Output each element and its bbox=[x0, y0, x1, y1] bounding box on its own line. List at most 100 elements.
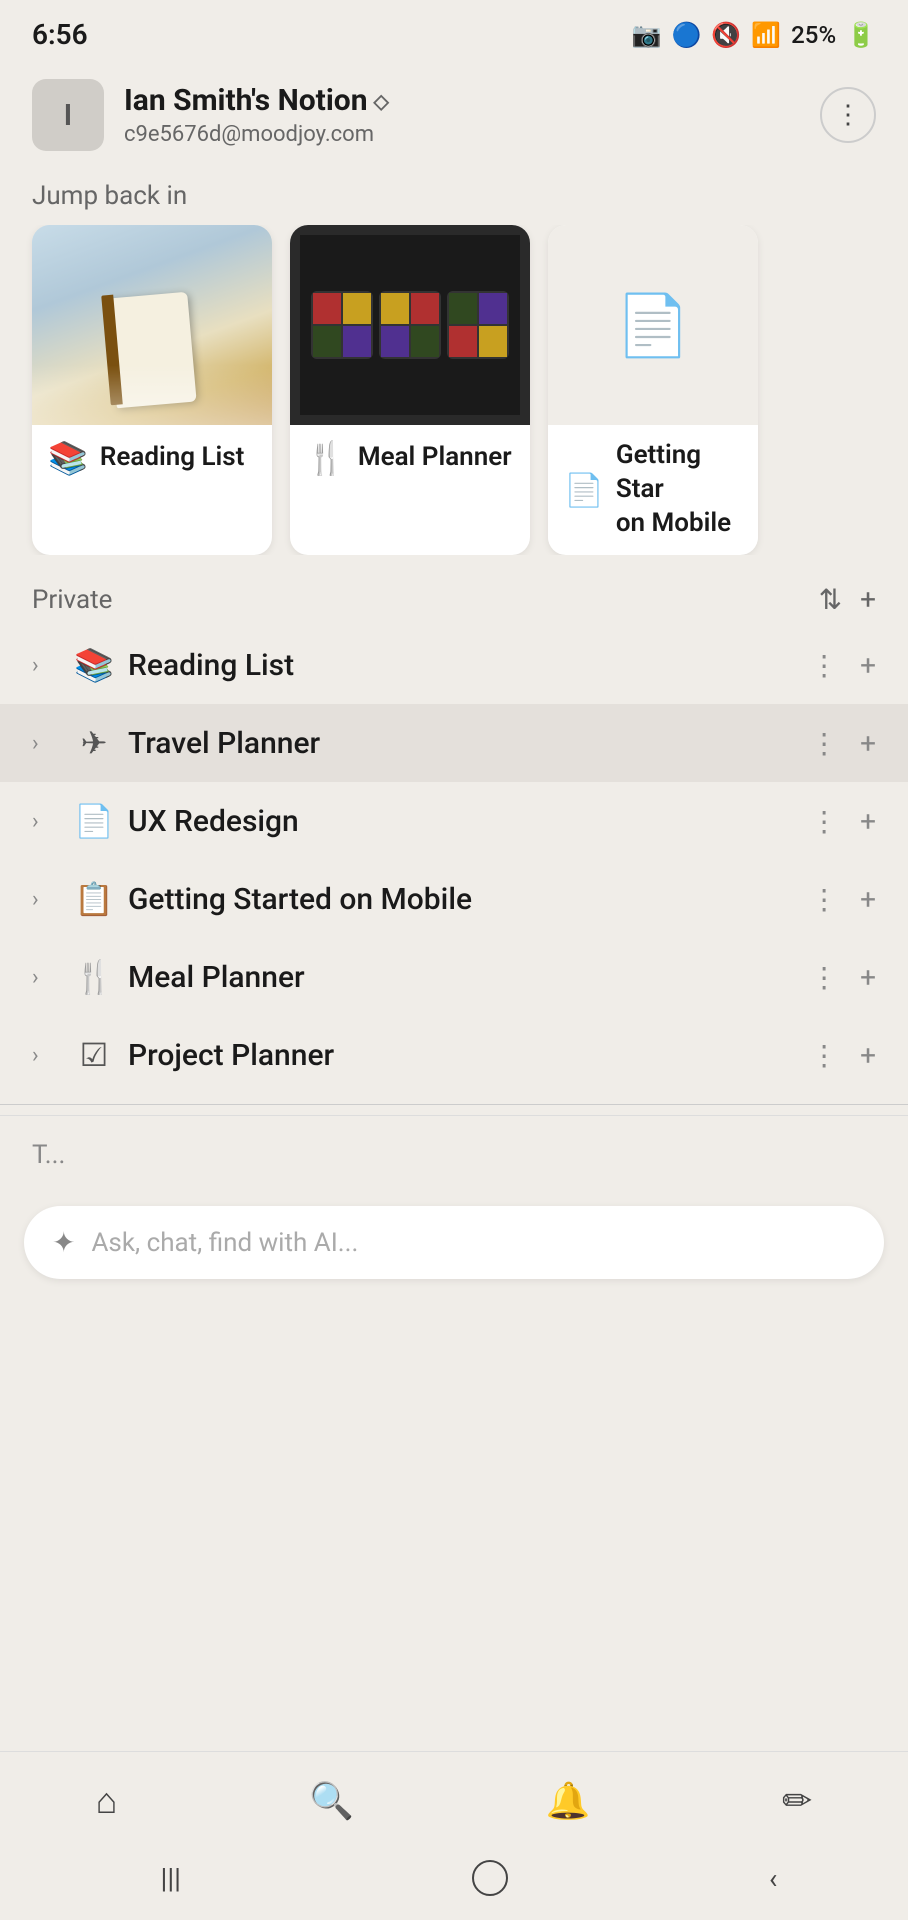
battery-percent: 25% bbox=[791, 21, 836, 49]
reading-list-sidebar-label: Reading List bbox=[128, 648, 294, 683]
bluetooth-icon: 🔵 bbox=[671, 21, 701, 49]
getting-started-sidebar-label: Getting Started on Mobile bbox=[128, 882, 472, 917]
card-getting-started-image: 📄 bbox=[548, 225, 758, 425]
status-bar: 6:56 📷 🔵 🔇 📶 25% 🔋 bbox=[0, 0, 908, 61]
travel-planner-add-button[interactable]: + bbox=[860, 727, 876, 760]
add-private-button[interactable]: + bbox=[860, 583, 876, 616]
card-getting-started[interactable]: 📄 📄 Getting Staron Mobile bbox=[548, 225, 758, 555]
sidebar-item-meal-planner[interactable]: › 🍴 Meal Planner ⋮ + bbox=[0, 938, 908, 1016]
chevron-reading-list: › bbox=[32, 653, 60, 678]
cards-row: 📚 Reading List bbox=[0, 225, 908, 555]
home-icon: ⌂ bbox=[96, 1780, 118, 1822]
travel-planner-sidebar-label: Travel Planner bbox=[128, 726, 320, 761]
getting-started-title: Getting Staron Mobile bbox=[616, 439, 742, 540]
getting-started-sidebar-icon: 📋 bbox=[74, 880, 114, 918]
meal-cell-red-2 bbox=[411, 293, 439, 324]
jump-back-in-label: Jump back in bbox=[0, 161, 908, 225]
reading-list-add-button[interactable]: + bbox=[860, 649, 876, 682]
nav-notifications[interactable]: 🔔 bbox=[522, 1772, 615, 1830]
reading-list-icon: 📚 bbox=[48, 439, 88, 477]
getting-started-add-button[interactable]: + bbox=[860, 883, 876, 916]
chevron-getting-started: › bbox=[32, 887, 60, 912]
meal-cell-red bbox=[313, 293, 341, 324]
avatar[interactable]: I bbox=[32, 79, 104, 151]
system-nav-back[interactable]: ‹ bbox=[769, 1862, 777, 1895]
meal-cell-purple-3 bbox=[479, 293, 507, 324]
more-options-button[interactable]: ⋮ bbox=[820, 87, 876, 143]
book-visual bbox=[32, 225, 272, 425]
header: I Ian Smith's Notion ◇ c9e5676d@moodjoy.… bbox=[0, 61, 908, 161]
meal-box-2 bbox=[379, 291, 441, 359]
nav-edit[interactable]: ✏ bbox=[758, 1772, 836, 1830]
status-time: 6:56 bbox=[32, 18, 88, 51]
card-reading-list-image bbox=[32, 225, 272, 425]
ai-placeholder-text: Ask, chat, find with AI... bbox=[91, 1228, 358, 1258]
meal-planner-add-button[interactable]: + bbox=[860, 961, 876, 994]
ux-redesign-sidebar-label: UX Redesign bbox=[128, 804, 299, 839]
sidebar-item-reading-list[interactable]: › 📚 Reading List ⋮ + bbox=[0, 626, 908, 704]
bell-icon: 🔔 bbox=[546, 1780, 591, 1822]
reading-list-sidebar-icon: 📚 bbox=[74, 646, 114, 684]
wifi-icon: 📶 bbox=[751, 21, 781, 49]
meal-cell-yellow-3 bbox=[479, 326, 507, 357]
project-planner-dots-icon[interactable]: ⋮ bbox=[810, 1039, 838, 1072]
card-meal-planner[interactable]: 🍴 Meal Planner bbox=[290, 225, 530, 555]
chevron-project-planner: › bbox=[32, 1043, 60, 1068]
private-header: Private ⇅ + bbox=[0, 555, 908, 626]
edit-icon: ✏ bbox=[782, 1780, 812, 1822]
getting-started-dots-icon[interactable]: ⋮ bbox=[810, 883, 838, 916]
meal-cell-green-3 bbox=[449, 293, 477, 324]
sort-icon[interactable]: ⇅ bbox=[819, 583, 842, 616]
meal-visual bbox=[300, 235, 520, 415]
meal-planner-sidebar-icon: 🍴 bbox=[74, 958, 114, 996]
meal-planner-sidebar-label: Meal Planner bbox=[128, 960, 305, 995]
teamspaces-label: T... bbox=[0, 1115, 908, 1180]
meal-planner-dots-icon[interactable]: ⋮ bbox=[810, 961, 838, 994]
meal-planner-title: Meal Planner bbox=[358, 441, 512, 475]
nav-search[interactable]: 🔍 bbox=[285, 1772, 378, 1830]
mute-icon: 🔇 bbox=[711, 21, 741, 49]
sidebar-item-ux-redesign[interactable]: › 📄 UX Redesign ⋮ + bbox=[0, 782, 908, 860]
meal-cell-green-2 bbox=[411, 326, 439, 357]
private-actions: ⇅ + bbox=[819, 583, 876, 616]
travel-planner-sidebar-icon: ✈ bbox=[74, 724, 114, 762]
private-label: Private bbox=[32, 585, 112, 615]
card-getting-started-bottom: 📄 Getting Staron Mobile bbox=[548, 425, 758, 554]
status-icons: 📷 🔵 🔇 📶 25% 🔋 bbox=[632, 21, 876, 49]
card-reading-list[interactable]: 📚 Reading List bbox=[32, 225, 272, 555]
sidebar-item-getting-started-mobile[interactable]: › 📋 Getting Started on Mobile ⋮ + bbox=[0, 860, 908, 938]
camera-icon: 📷 bbox=[632, 21, 662, 49]
ux-redesign-dots-icon[interactable]: ⋮ bbox=[810, 805, 838, 838]
ai-bar[interactable]: ✦ Ask, chat, find with AI... bbox=[24, 1206, 884, 1279]
search-icon: 🔍 bbox=[309, 1780, 354, 1822]
reading-list-title: Reading List bbox=[100, 441, 245, 475]
project-planner-add-button[interactable]: + bbox=[860, 1039, 876, 1072]
meal-cell-green bbox=[313, 326, 341, 357]
ux-redesign-add-button[interactable]: + bbox=[860, 805, 876, 838]
battery-icon: 🔋 bbox=[846, 21, 876, 49]
meal-cell-purple-2 bbox=[381, 326, 409, 357]
reading-list-dots-icon[interactable]: ⋮ bbox=[810, 649, 838, 682]
meal-planner-icon: 🍴 bbox=[306, 439, 346, 477]
sidebar-item-travel-planner[interactable]: › ✈ Travel Planner ⋮ + bbox=[0, 704, 908, 782]
ai-bar-container: ✦ Ask, chat, find with AI... bbox=[0, 1190, 908, 1295]
meal-cell-red-3 bbox=[449, 326, 477, 357]
workspace-chevron-icon: ◇ bbox=[374, 89, 389, 113]
project-planner-sidebar-icon: ☑ bbox=[74, 1036, 114, 1074]
getting-started-icon: 📄 bbox=[564, 471, 604, 509]
bottom-nav: ⌂ 🔍 🔔 ✏ bbox=[0, 1751, 908, 1840]
nav-home[interactable]: ⌂ bbox=[72, 1772, 142, 1830]
card-meal-planner-image bbox=[290, 225, 530, 425]
system-nav-home[interactable] bbox=[472, 1860, 508, 1896]
card-meal-planner-bottom: 🍴 Meal Planner bbox=[290, 425, 530, 491]
travel-planner-dots-icon[interactable]: ⋮ bbox=[810, 727, 838, 760]
workspace-name[interactable]: Ian Smith's Notion ◇ bbox=[124, 83, 389, 118]
ux-redesign-sidebar-icon: 📄 bbox=[74, 802, 114, 840]
system-nav: ||| ‹ bbox=[0, 1840, 908, 1920]
meal-box-3 bbox=[447, 291, 509, 359]
sidebar-item-project-planner[interactable]: › ☑ Project Planner ⋮ + bbox=[0, 1016, 908, 1094]
workspace-info: Ian Smith's Notion ◇ c9e5676d@moodjoy.co… bbox=[124, 83, 389, 147]
project-planner-sidebar-label: Project Planner bbox=[128, 1038, 334, 1073]
system-nav-menu[interactable]: ||| bbox=[131, 1854, 212, 1903]
meal-cell-purple bbox=[343, 326, 371, 357]
